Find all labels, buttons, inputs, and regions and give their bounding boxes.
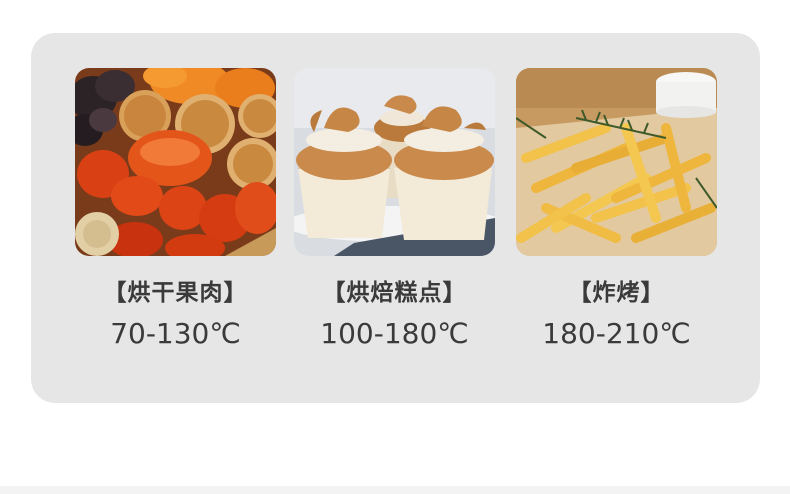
mode-temperature: 100-180℃ [320, 317, 469, 350]
mode-card-baking: 【烘焙糕点】 100-180℃ [294, 68, 495, 351]
cupcakes-photo [294, 68, 495, 256]
mode-card-dried-fruit: 【烘干果肉】 70-130℃ [75, 68, 276, 351]
cooking-modes-panel: 【烘干果肉】 70-130℃ 【烘焙糕点】 100-180℃ 【炸烤】 180-… [31, 33, 760, 403]
mode-temperature: 70-130℃ [110, 317, 241, 350]
mode-title: 【烘干果肉】 [103, 280, 248, 306]
mode-title: 【烘焙糕点】 [322, 280, 467, 306]
mode-temperature: 180-210℃ [542, 317, 691, 350]
mode-card-frying: 【炸烤】 180-210℃ [516, 68, 717, 351]
french-fries-photo [516, 68, 717, 256]
mode-title: 【炸烤】 [568, 280, 665, 306]
dried-fruit-photo [75, 68, 276, 256]
bottom-divider [0, 486, 790, 494]
